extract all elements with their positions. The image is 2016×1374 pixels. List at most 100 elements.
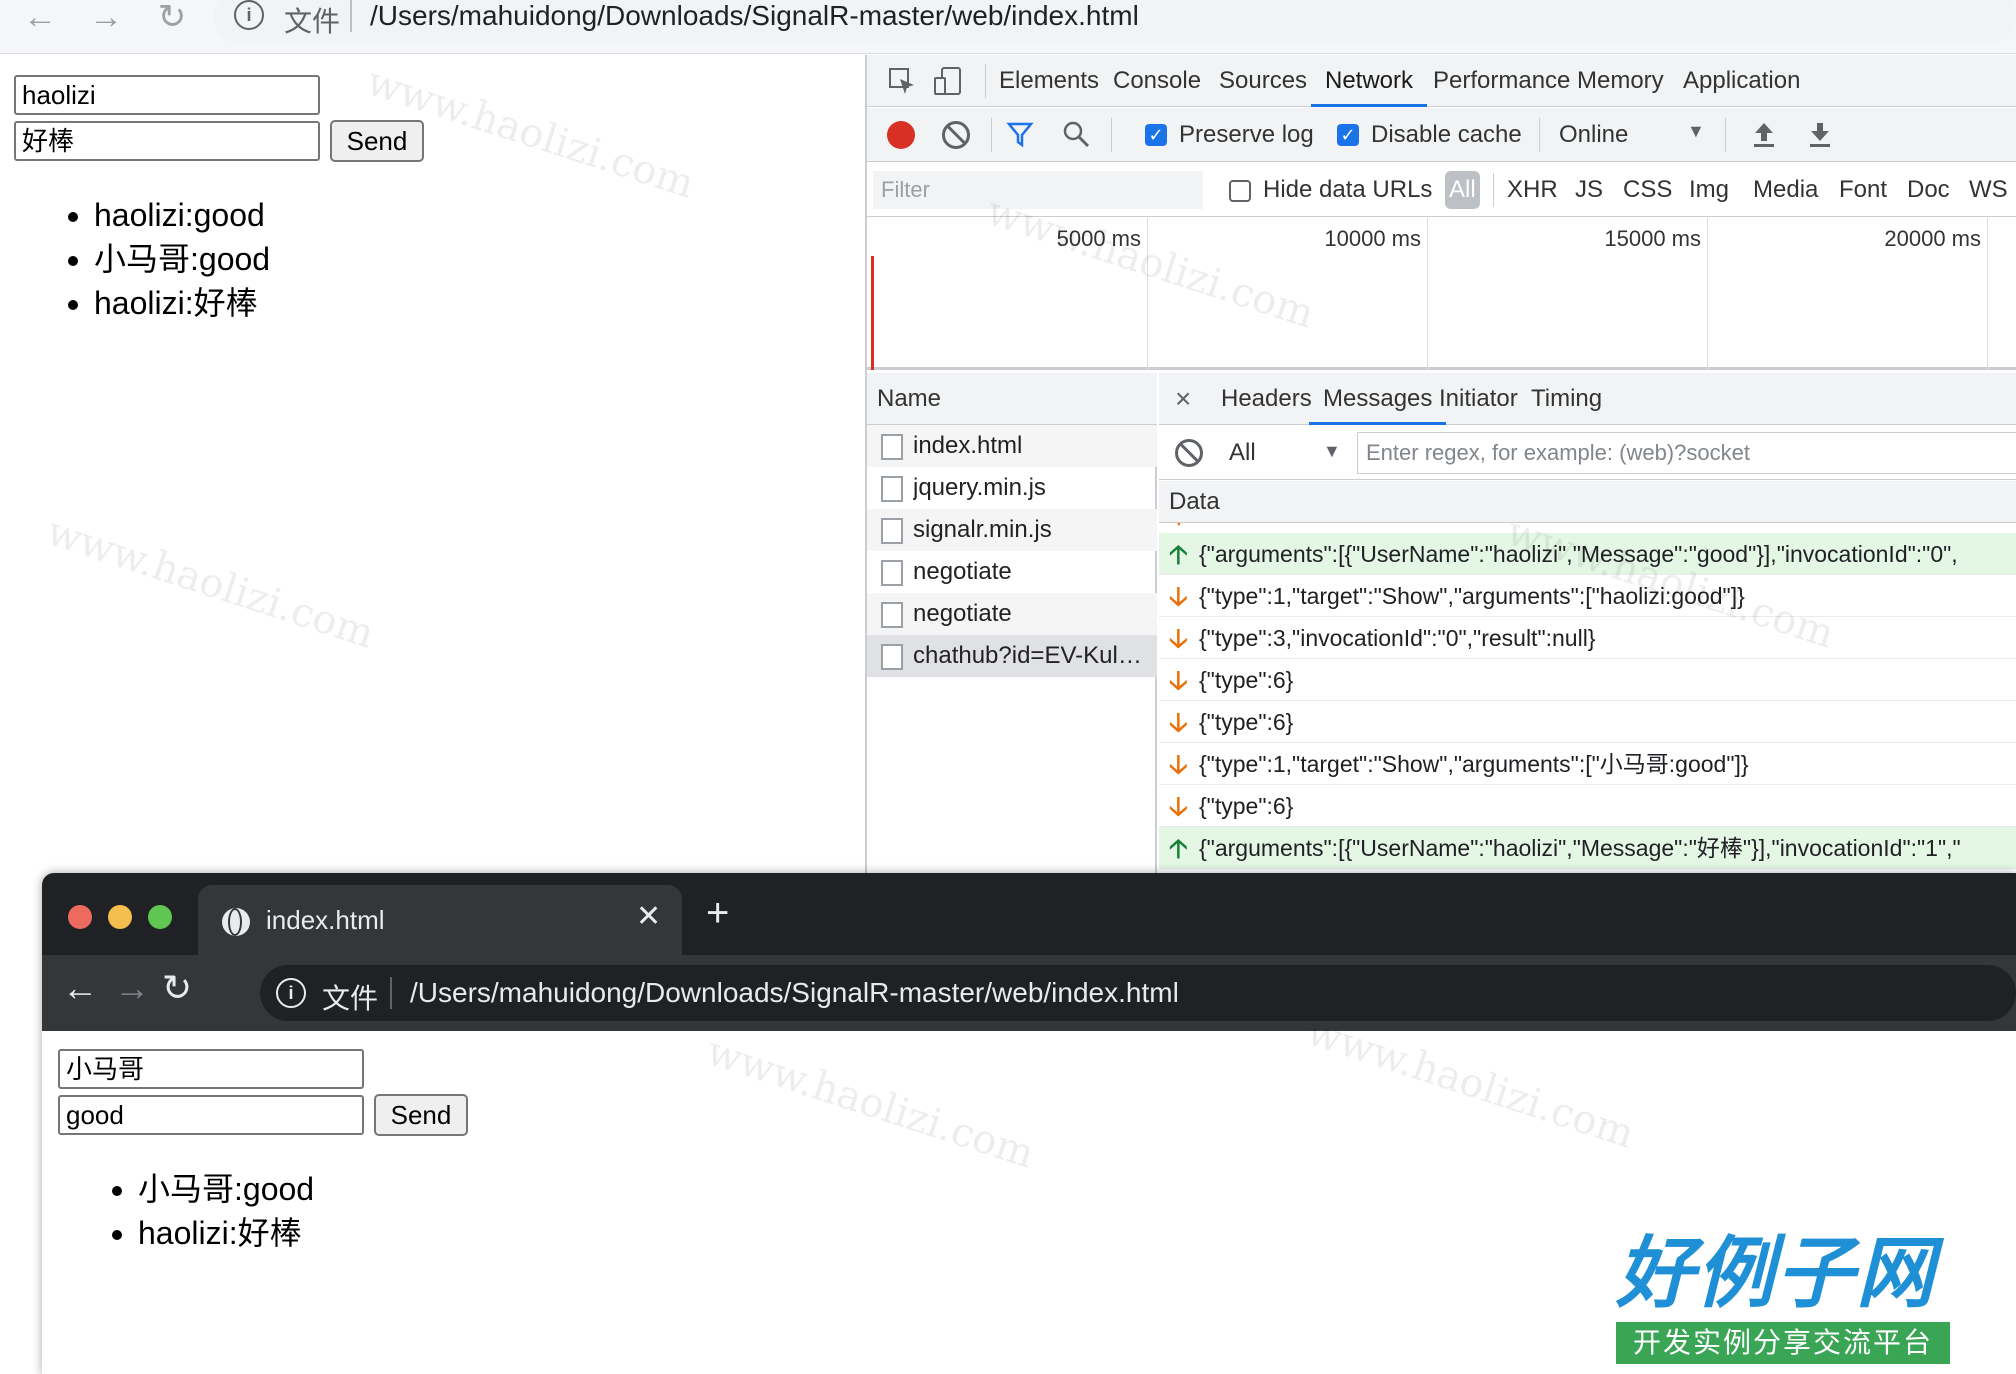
preserve-log-checkbox[interactable]: ✓	[1145, 124, 1167, 146]
tab-network[interactable]: Network	[1310, 55, 1428, 107]
tab-performance[interactable]: Performance	[1433, 55, 1570, 107]
record-icon[interactable]	[887, 121, 915, 149]
back-icon[interactable]: ←	[18, 0, 62, 36]
message-row-received[interactable]: 🡣 {"type":3,"invocationId":"0","result":…	[1159, 617, 2016, 659]
message-type-select[interactable]: All	[1229, 439, 1256, 467]
minimize-window-button[interactable]	[108, 905, 132, 929]
info-icon[interactable]: i	[234, 0, 264, 30]
message-data: {"type":1,"target":"Show","arguments":["…	[1199, 751, 1749, 777]
reload-icon[interactable]: ↻	[150, 0, 194, 36]
message-row-received[interactable]: 🡣 {"type":1,"target":"Show","arguments":…	[1159, 575, 2016, 617]
name-column-header[interactable]: Name	[867, 373, 1157, 425]
close-window-button[interactable]	[68, 905, 92, 929]
disable-cache-checkbox[interactable]: ✓	[1337, 124, 1359, 146]
message-data: {"arguments":[{"UserName":"haolizi","Mes…	[1199, 835, 1961, 861]
search-icon[interactable]	[1059, 118, 1093, 150]
chevron-down-icon[interactable]: ▼	[1323, 441, 1341, 462]
type-filter-xhr[interactable]: XHR	[1507, 171, 1558, 209]
request-row[interactable]: chathub?id=EV-Kul…	[867, 635, 1157, 677]
divider	[1725, 118, 1726, 152]
type-filter-font[interactable]: Font	[1839, 171, 1887, 209]
address-separator	[390, 977, 392, 1009]
message-row-received[interactable]: 🡣 {"type":1,"target":"Show","arguments":…	[1159, 743, 2016, 785]
close-icon[interactable]: ×	[1175, 373, 1191, 425]
address-bar[interactable]: i 文件 /Users/mahuidong/Downloads/SignalR-…	[260, 965, 2016, 1021]
tab-title: index.html	[266, 905, 385, 935]
browser-tab[interactable]: index.html ✕	[198, 885, 682, 955]
request-row[interactable]: negotiate	[867, 593, 1157, 635]
message-row-received[interactable]: 🡣 {"type":6}	[1159, 701, 2016, 743]
hide-data-urls-checkbox[interactable]	[1229, 180, 1251, 202]
username-input[interactable]: 小马哥	[58, 1049, 364, 1089]
request-row[interactable]: jquery.min.js	[867, 467, 1157, 509]
address-url[interactable]: /Users/mahuidong/Downloads/SignalR-maste…	[410, 977, 1179, 1009]
address-url[interactable]: /Users/mahuidong/Downloads/SignalR-maste…	[370, 0, 1139, 32]
import-har-icon[interactable]	[1747, 118, 1781, 150]
arrow-up-icon: 🡡	[1169, 539, 1188, 569]
forward-icon[interactable]: →	[84, 0, 128, 36]
filter-input[interactable]: Filter	[873, 171, 1203, 209]
regex-filter-input[interactable]: Enter regex, for example: (web)?socket	[1357, 432, 2016, 474]
close-icon[interactable]: ✕	[636, 899, 661, 934]
reload-icon[interactable]: ↻	[162, 967, 192, 1009]
tab-memory[interactable]: Memory	[1577, 55, 1664, 107]
tab-console[interactable]: Console	[1113, 55, 1201, 107]
message-input[interactable]: 好棒	[14, 121, 320, 161]
clear-messages-icon[interactable]	[1175, 439, 1203, 467]
tab-messages[interactable]: Messages	[1308, 373, 1447, 425]
throttle-select[interactable]: Online	[1559, 121, 1628, 149]
type-filter-css[interactable]: CSS	[1623, 171, 1672, 209]
forward-icon[interactable]: →	[114, 967, 150, 1009]
list-item: 小马哥:good	[138, 1167, 314, 1211]
devtools-tabbar: Elements Console Sources Network Perform…	[867, 55, 2016, 107]
type-filter-all[interactable]: All	[1445, 171, 1480, 209]
network-overview-timeline[interactable]: 5000 ms 10000 ms 15000 ms 20000 ms	[867, 218, 2016, 370]
address-bar[interactable]: i 文件 /Users/mahuidong/Downloads/SignalR-…	[214, 0, 2016, 44]
tab-sources[interactable]: Sources	[1219, 55, 1307, 107]
address-file-label: 文件	[322, 983, 379, 1014]
top-browser-toolbar: ← → ↻ i 文件 /Users/mahuidong/Downloads/Si…	[0, 0, 2016, 54]
type-filter-img[interactable]: Img	[1689, 171, 1729, 209]
send-button[interactable]: Send	[330, 120, 424, 162]
message-row-received[interactable]: 🡣 {"type":6}	[1159, 785, 2016, 827]
maximize-window-button[interactable]	[148, 905, 172, 929]
clear-icon[interactable]	[942, 121, 970, 149]
type-filter-doc[interactable]: Doc	[1907, 171, 1950, 209]
info-icon[interactable]: i	[276, 978, 306, 1008]
message-input[interactable]: good	[58, 1095, 364, 1135]
data-column-header[interactable]: Data	[1159, 481, 2016, 523]
device-toolbar-icon[interactable]	[931, 65, 965, 97]
list-item: haolizi:好棒	[138, 1211, 314, 1255]
back-icon[interactable]: ←	[62, 967, 98, 1009]
top-page: haolizi 好棒 Send haolizi:good 小马哥:good ha…	[0, 55, 865, 875]
filter-icon[interactable]	[1003, 118, 1037, 150]
arrow-down-icon: 🡣	[1169, 749, 1188, 779]
tab-headers[interactable]: Headers	[1221, 373, 1312, 425]
tab-elements[interactable]: Elements	[999, 55, 1099, 107]
new-tab-icon[interactable]: +	[706, 891, 729, 936]
message-row-sent[interactable]: 🡡 {"arguments":[{"UserName":"haolizi","M…	[1159, 827, 2016, 869]
file-icon	[881, 644, 903, 670]
tab-timing[interactable]: Timing	[1531, 373, 1602, 425]
type-filter-media[interactable]: Media	[1753, 171, 1818, 209]
username-input[interactable]: haolizi	[14, 75, 320, 115]
arrow-up-icon: 🡡	[1169, 833, 1188, 863]
type-filter-ws[interactable]: WS	[1969, 171, 2008, 209]
request-row[interactable]: index.html	[867, 425, 1157, 467]
timeline-gridline	[1707, 218, 1708, 370]
request-row[interactable]: signalr.min.js	[867, 509, 1157, 551]
message-row-sent[interactable]: 🡡 {"arguments":[{"UserName":"haolizi","M…	[1159, 533, 2016, 575]
request-row[interactable]: negotiate	[867, 551, 1157, 593]
request-name: negotiate	[913, 558, 1012, 585]
type-filter-js[interactable]: JS	[1575, 171, 1603, 209]
logo-subtitle: 开发实例分享交流平台	[1616, 1322, 1950, 1364]
request-name: index.html	[913, 432, 1023, 459]
message-data: {"type":6}	[1199, 793, 1294, 819]
send-button[interactable]: Send	[374, 1094, 468, 1136]
tab-application[interactable]: Application	[1683, 55, 1800, 107]
tab-initiator[interactable]: Initiator	[1439, 373, 1518, 425]
export-har-icon[interactable]	[1803, 118, 1837, 150]
message-row-received[interactable]: 🡣 {"type":6}	[1159, 659, 2016, 701]
chevron-down-icon[interactable]: ▼	[1687, 121, 1705, 142]
inspect-element-icon[interactable]	[885, 65, 919, 97]
